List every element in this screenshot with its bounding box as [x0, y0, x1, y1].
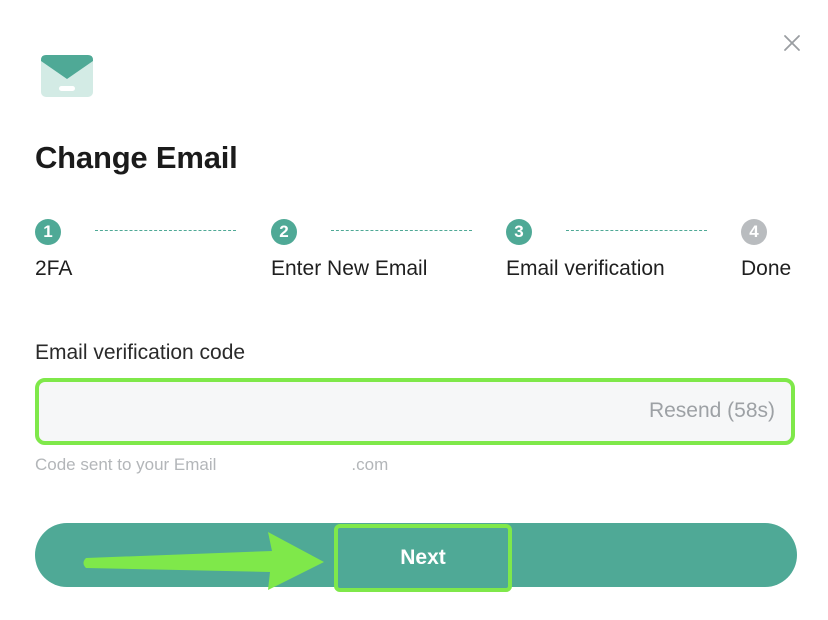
- code-sent-hint: Code sent to your Email .com: [35, 454, 388, 476]
- hint-prefix: Code sent to your Email: [35, 455, 217, 474]
- annotation-arrow-icon: [83, 532, 324, 590]
- step-1-label: 2FA: [35, 257, 73, 280]
- step-connector: [331, 230, 472, 231]
- step-4-label: Done: [741, 257, 792, 280]
- step-1-indicator: 1: [35, 219, 61, 245]
- next-button[interactable]: Next: [334, 524, 512, 592]
- verification-code-field: Resend (58s): [35, 378, 795, 445]
- stepper: 1 2FA 2 Enter New Email 3 Email verifica…: [0, 0, 828, 300]
- hint-suffix: .com: [351, 455, 389, 474]
- step-connector: [95, 230, 236, 231]
- resend-code-link[interactable]: Resend (58s): [649, 398, 775, 424]
- step-2-indicator: 2: [271, 219, 297, 245]
- step-3-indicator: 3: [506, 219, 532, 245]
- step-2-label: Enter New Email: [271, 257, 428, 280]
- verification-code-label: Email verification code: [35, 341, 246, 364]
- step-connector: [566, 230, 707, 231]
- step-3-label: Email verification: [506, 257, 665, 280]
- verification-code-input[interactable]: [53, 382, 617, 443]
- step-4-indicator: 4: [741, 219, 767, 245]
